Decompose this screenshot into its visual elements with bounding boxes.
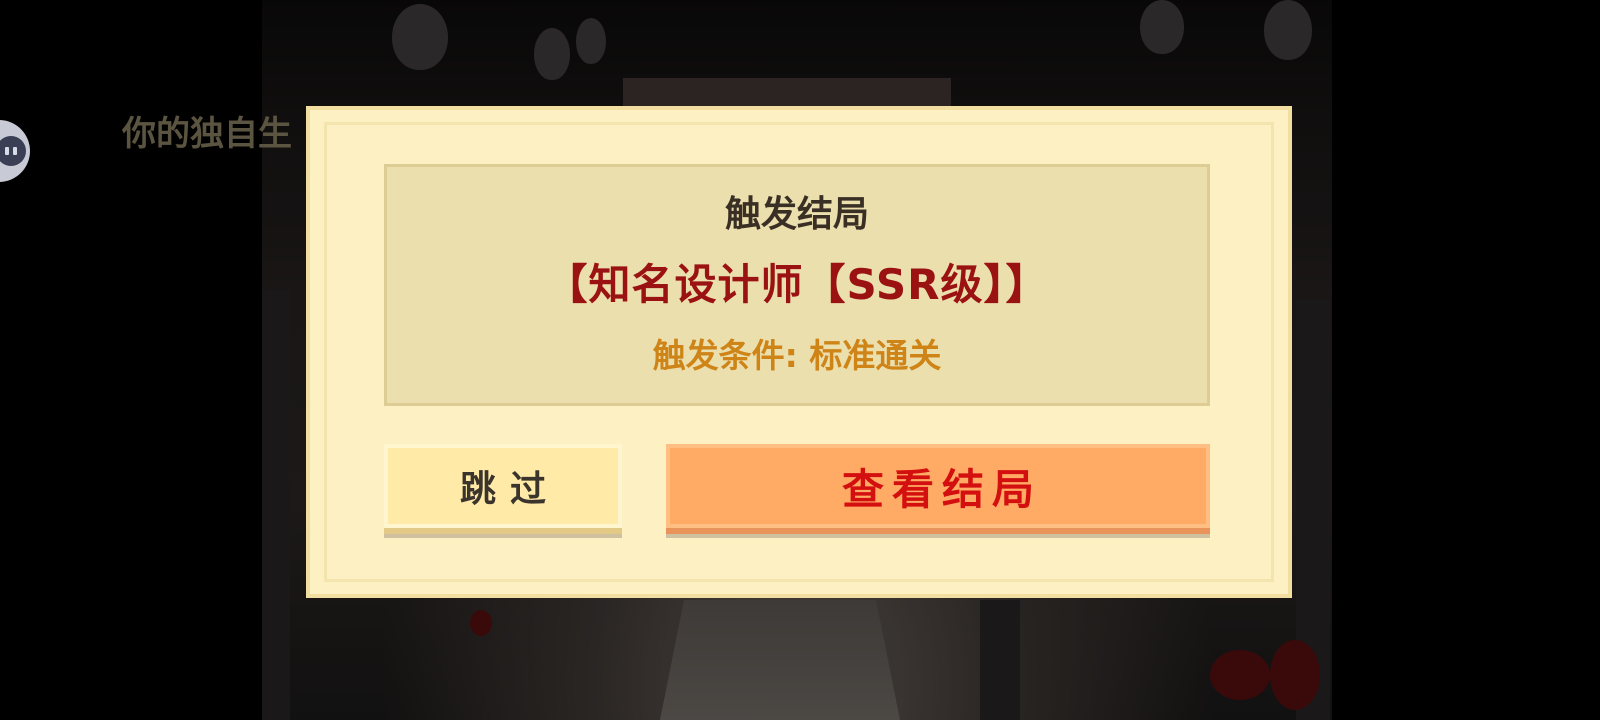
background-caption: 你的独自生 xyxy=(122,116,292,153)
chat-bubble-icon[interactable] xyxy=(0,120,30,182)
ending-info-panel: 触发结局 【知名设计师【SSR级】】 触发条件: 标准通关 xyxy=(384,164,1210,406)
game-scene: 你的独自生 触发结局 【知名设计师【SSR级】】 触发条件: 标准通关 跳过 查… xyxy=(0,0,1600,720)
background-floor xyxy=(660,600,900,720)
background-balloon xyxy=(1264,0,1312,60)
ending-dialog: 触发结局 【知名设计师【SSR级】】 触发条件: 标准通关 跳过 查看结局 xyxy=(306,106,1292,598)
background-balloon xyxy=(576,18,606,64)
background-balloon xyxy=(534,28,570,80)
skip-button[interactable]: 跳过 xyxy=(384,444,622,528)
background-splatter xyxy=(470,610,492,636)
trigger-condition: 触发条件: 标准通关 xyxy=(652,336,942,375)
view-ending-button[interactable]: 查看结局 xyxy=(666,444,1210,528)
background-balloon xyxy=(392,4,448,70)
chat-bubble-icon-face xyxy=(0,136,26,166)
chat-bubble-icon-eye xyxy=(5,147,9,155)
background-splatter xyxy=(1270,640,1320,710)
chat-bubble-icon-eye xyxy=(13,147,17,155)
background-splatter xyxy=(1210,650,1270,700)
background-balloon xyxy=(1140,0,1184,54)
background-pillar xyxy=(262,290,290,720)
dialog-title: 触发结局 xyxy=(724,194,869,235)
background-pillar xyxy=(980,600,1020,720)
ending-name: 【知名设计师【SSR级】】 xyxy=(545,260,1049,309)
background-sign xyxy=(623,78,951,106)
